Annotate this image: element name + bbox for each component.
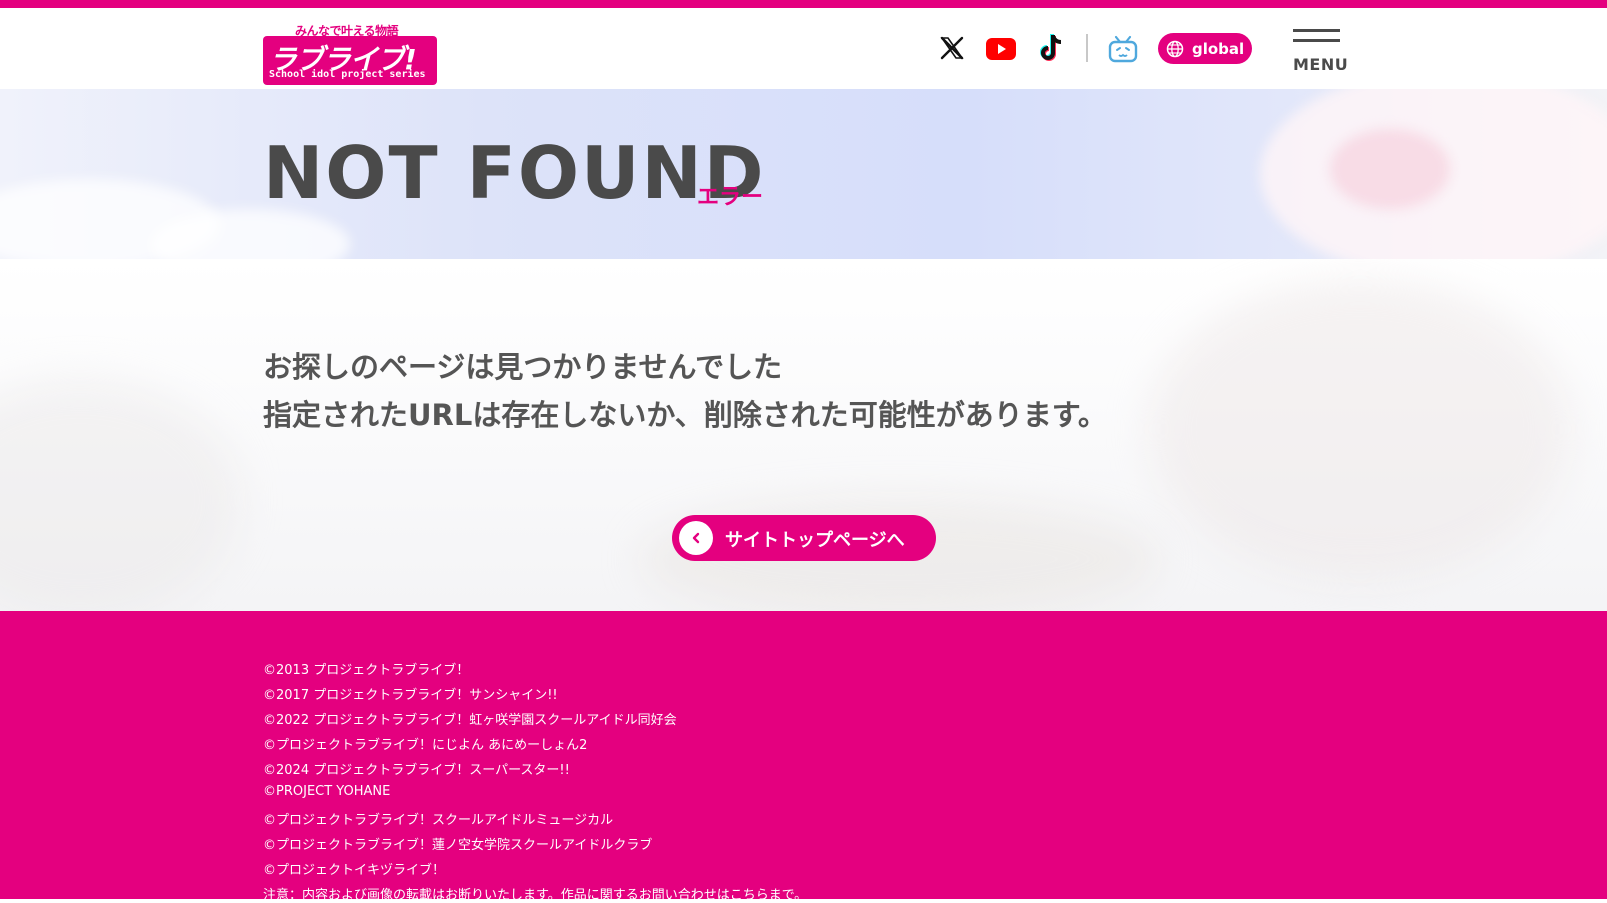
copyright-line: ©2013 プロジェクトラブライブ！ — [263, 663, 470, 678]
top-accent-bar — [0, 0, 1607, 8]
copyright-line: ©プロジェクトラブライブ！蓮ノ空女学院スクールアイドルクラブ — [263, 838, 653, 853]
copyright-notice: 注意：内容および画像の転載はお断りいたします。作品に関するお問い合わせはこちらま… — [263, 888, 808, 903]
copyright-line: ©PROJECT YOHANE — [263, 784, 391, 799]
menu-bar-icon — [1293, 39, 1340, 42]
background-decoration — [1150, 279, 1570, 579]
global-label: global — [1192, 39, 1245, 58]
copyright-line: ©2017 プロジェクトラブライブ！サンシャイン!! — [263, 688, 558, 703]
menu-button[interactable]: MENU — [1293, 28, 1349, 78]
chevron-left-icon — [679, 521, 713, 555]
main-content: お探しのページは見つかりませんでした 指定されたURLは存在しないか、削除された… — [0, 259, 1607, 611]
bilibili-icon[interactable] — [1107, 34, 1139, 64]
back-to-top-button[interactable]: サイトトップページへ — [672, 515, 936, 561]
copyright-line: ©プロジェクトラブライブ！スクールアイドルミュージカル — [263, 813, 614, 828]
copyright-line: ©プロジェクトイキヅライブ！ — [263, 863, 446, 878]
logo-subtitle: School idol project series — [269, 69, 426, 80]
copyright-line: ©2022 プロジェクトラブライブ！虹ヶ咲学園スクールアイドル同好会 — [263, 713, 677, 728]
copyright-line: ©プロジェクトラブライブ！にじよん あにめーしょん2 — [263, 738, 588, 753]
menu-label: MENU — [1293, 55, 1349, 74]
hero-banner: NOT FOUND エラー — [0, 89, 1607, 259]
page-subtitle: エラー — [697, 185, 764, 210]
youtube-icon[interactable] — [986, 38, 1016, 60]
site-footer: ©2013 プロジェクトラブライブ！ ©2017 プロジェクトラブライブ！サンシ… — [0, 611, 1607, 903]
x-icon[interactable] — [937, 33, 967, 63]
logo-badge: ラブライブ! School idol project series — [263, 36, 437, 85]
background-decoration — [0, 379, 240, 611]
global-button[interactable]: global — [1158, 33, 1252, 64]
site-logo[interactable]: みんなで叶える物語 ラブライブ! School idol project ser… — [263, 22, 437, 85]
copyright-line: ©2024 プロジェクトラブライブ！スーパースター!! — [263, 763, 570, 778]
back-to-top-label: サイトトップページへ — [725, 530, 905, 551]
blossom-decoration — [1330, 129, 1450, 209]
header-divider — [1086, 34, 1088, 62]
tiktok-icon[interactable] — [1037, 32, 1067, 64]
globe-icon — [1166, 40, 1184, 57]
site-header: みんなで叶える物語 ラブライブ! School idol project ser… — [0, 8, 1607, 89]
error-message-heading: お探しのページは見つかりませんでした — [263, 350, 783, 384]
error-message-detail: 指定されたURLは存在しないか、削除された可能性があります。 — [263, 398, 1107, 432]
menu-bar-icon — [1293, 29, 1340, 32]
page-title: NOT FOUND — [263, 131, 766, 215]
